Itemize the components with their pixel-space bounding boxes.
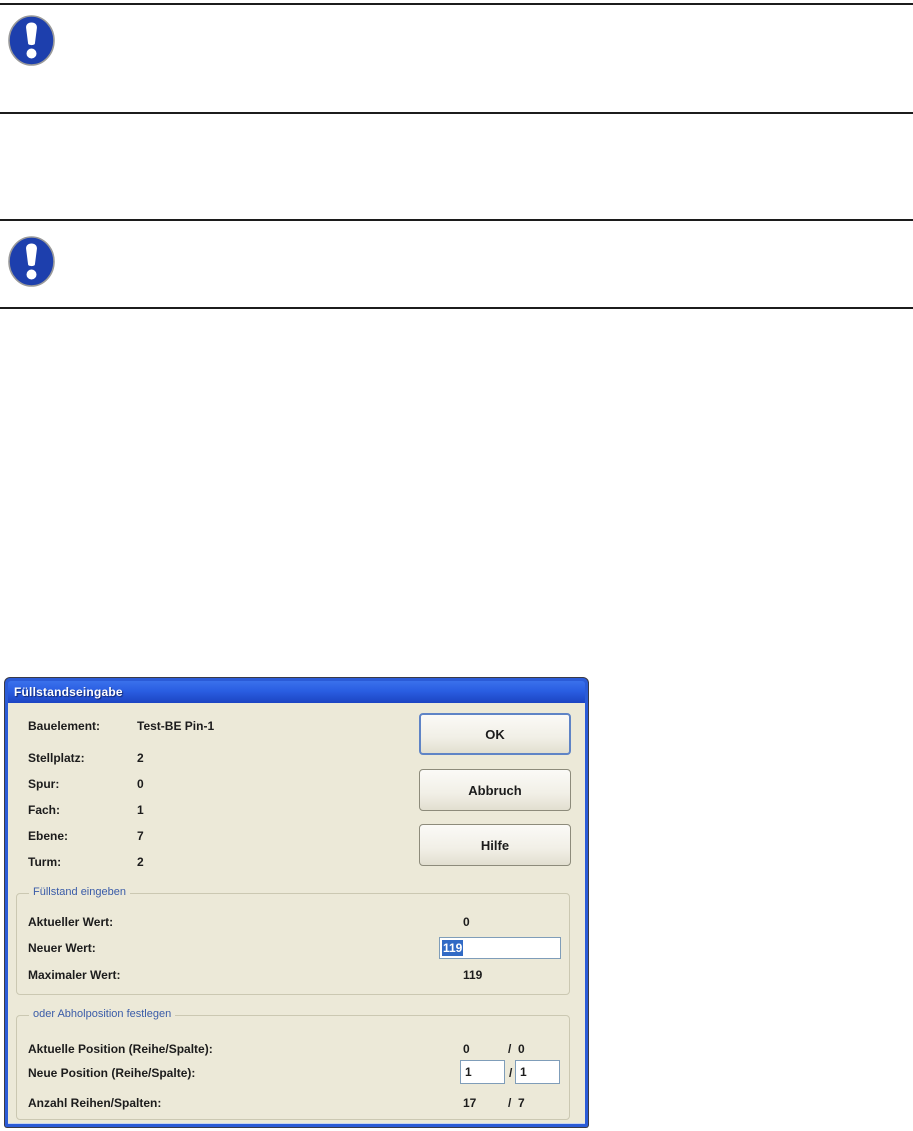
neue-position-reihe-input[interactable] bbox=[460, 1060, 505, 1084]
ebene-label: Ebene: bbox=[28, 829, 69, 843]
separator-line bbox=[0, 3, 913, 5]
aktueller-wert-label: Aktueller Wert: bbox=[28, 915, 114, 929]
anzahl-reihen-value: 17 bbox=[463, 1096, 477, 1110]
anzahl-label: Anzahl Reihen/Spalten: bbox=[28, 1096, 162, 1110]
fach-value: 1 bbox=[137, 803, 144, 817]
ebene-value: 7 bbox=[137, 829, 144, 843]
separator-line bbox=[0, 219, 913, 221]
bauelement-value: Test-BE Pin-1 bbox=[137, 719, 215, 733]
exclamation-notice-icon bbox=[8, 15, 55, 66]
spur-value: 0 bbox=[137, 777, 144, 791]
ok-button[interactable]: OK bbox=[419, 713, 571, 755]
fach-label: Fach: bbox=[28, 803, 61, 817]
bauelement-label: Bauelement: bbox=[28, 719, 101, 733]
stellplatz-value: 2 bbox=[137, 751, 144, 765]
maximaler-wert-label: Maximaler Wert: bbox=[28, 968, 121, 982]
abbruch-button[interactable]: Abbruch bbox=[419, 769, 571, 811]
selected-text: 119 bbox=[442, 940, 464, 956]
turm-value: 2 bbox=[137, 855, 144, 869]
group-title: Füllstand eingeben bbox=[29, 886, 130, 898]
neue-position-spalte-input[interactable] bbox=[515, 1060, 560, 1084]
slash-separator: / bbox=[509, 1066, 513, 1080]
aktuelle-position-label: Aktuelle Position (Reihe/Spalte): bbox=[28, 1042, 213, 1056]
neue-position-label: Neue Position (Reihe/Spalte): bbox=[28, 1066, 196, 1080]
exclamation-notice-icon bbox=[8, 236, 55, 287]
manual-page: { "page": { "note_icon": "exclamation-no… bbox=[0, 0, 913, 1131]
aktuelle-position-reihe-value: 0 bbox=[463, 1042, 470, 1056]
maximaler-wert-value: 119 bbox=[463, 968, 483, 982]
fuellstandseingabe-dialog: Füllstandseingabe Bauelement: Test-BE Pi… bbox=[5, 678, 588, 1127]
turm-label: Turm: bbox=[28, 855, 62, 869]
spur-label: Spur: bbox=[28, 777, 60, 791]
dialog-content: Bauelement: Test-BE Pin-1 Stellplatz: 2 … bbox=[8, 703, 585, 1124]
separator-line bbox=[0, 112, 913, 114]
neuer-wert-input[interactable]: 119 bbox=[439, 937, 561, 959]
slash-separator: / bbox=[508, 1042, 512, 1056]
dialog-title: Füllstandseingabe bbox=[14, 685, 123, 699]
slash-separator: / bbox=[508, 1096, 512, 1110]
group-title: oder Abholposition festlegen bbox=[29, 1008, 176, 1020]
hilfe-button[interactable]: Hilfe bbox=[419, 824, 571, 866]
neuer-wert-label: Neuer Wert: bbox=[28, 941, 96, 955]
stellplatz-label: Stellplatz: bbox=[28, 751, 85, 765]
aktuelle-position-spalte-value: 0 bbox=[518, 1042, 525, 1056]
anzahl-spalten-value: 7 bbox=[518, 1096, 525, 1110]
aktueller-wert-value: 0 bbox=[463, 915, 470, 929]
separator-line bbox=[0, 307, 913, 309]
dialog-titlebar[interactable]: Füllstandseingabe bbox=[8, 681, 585, 703]
